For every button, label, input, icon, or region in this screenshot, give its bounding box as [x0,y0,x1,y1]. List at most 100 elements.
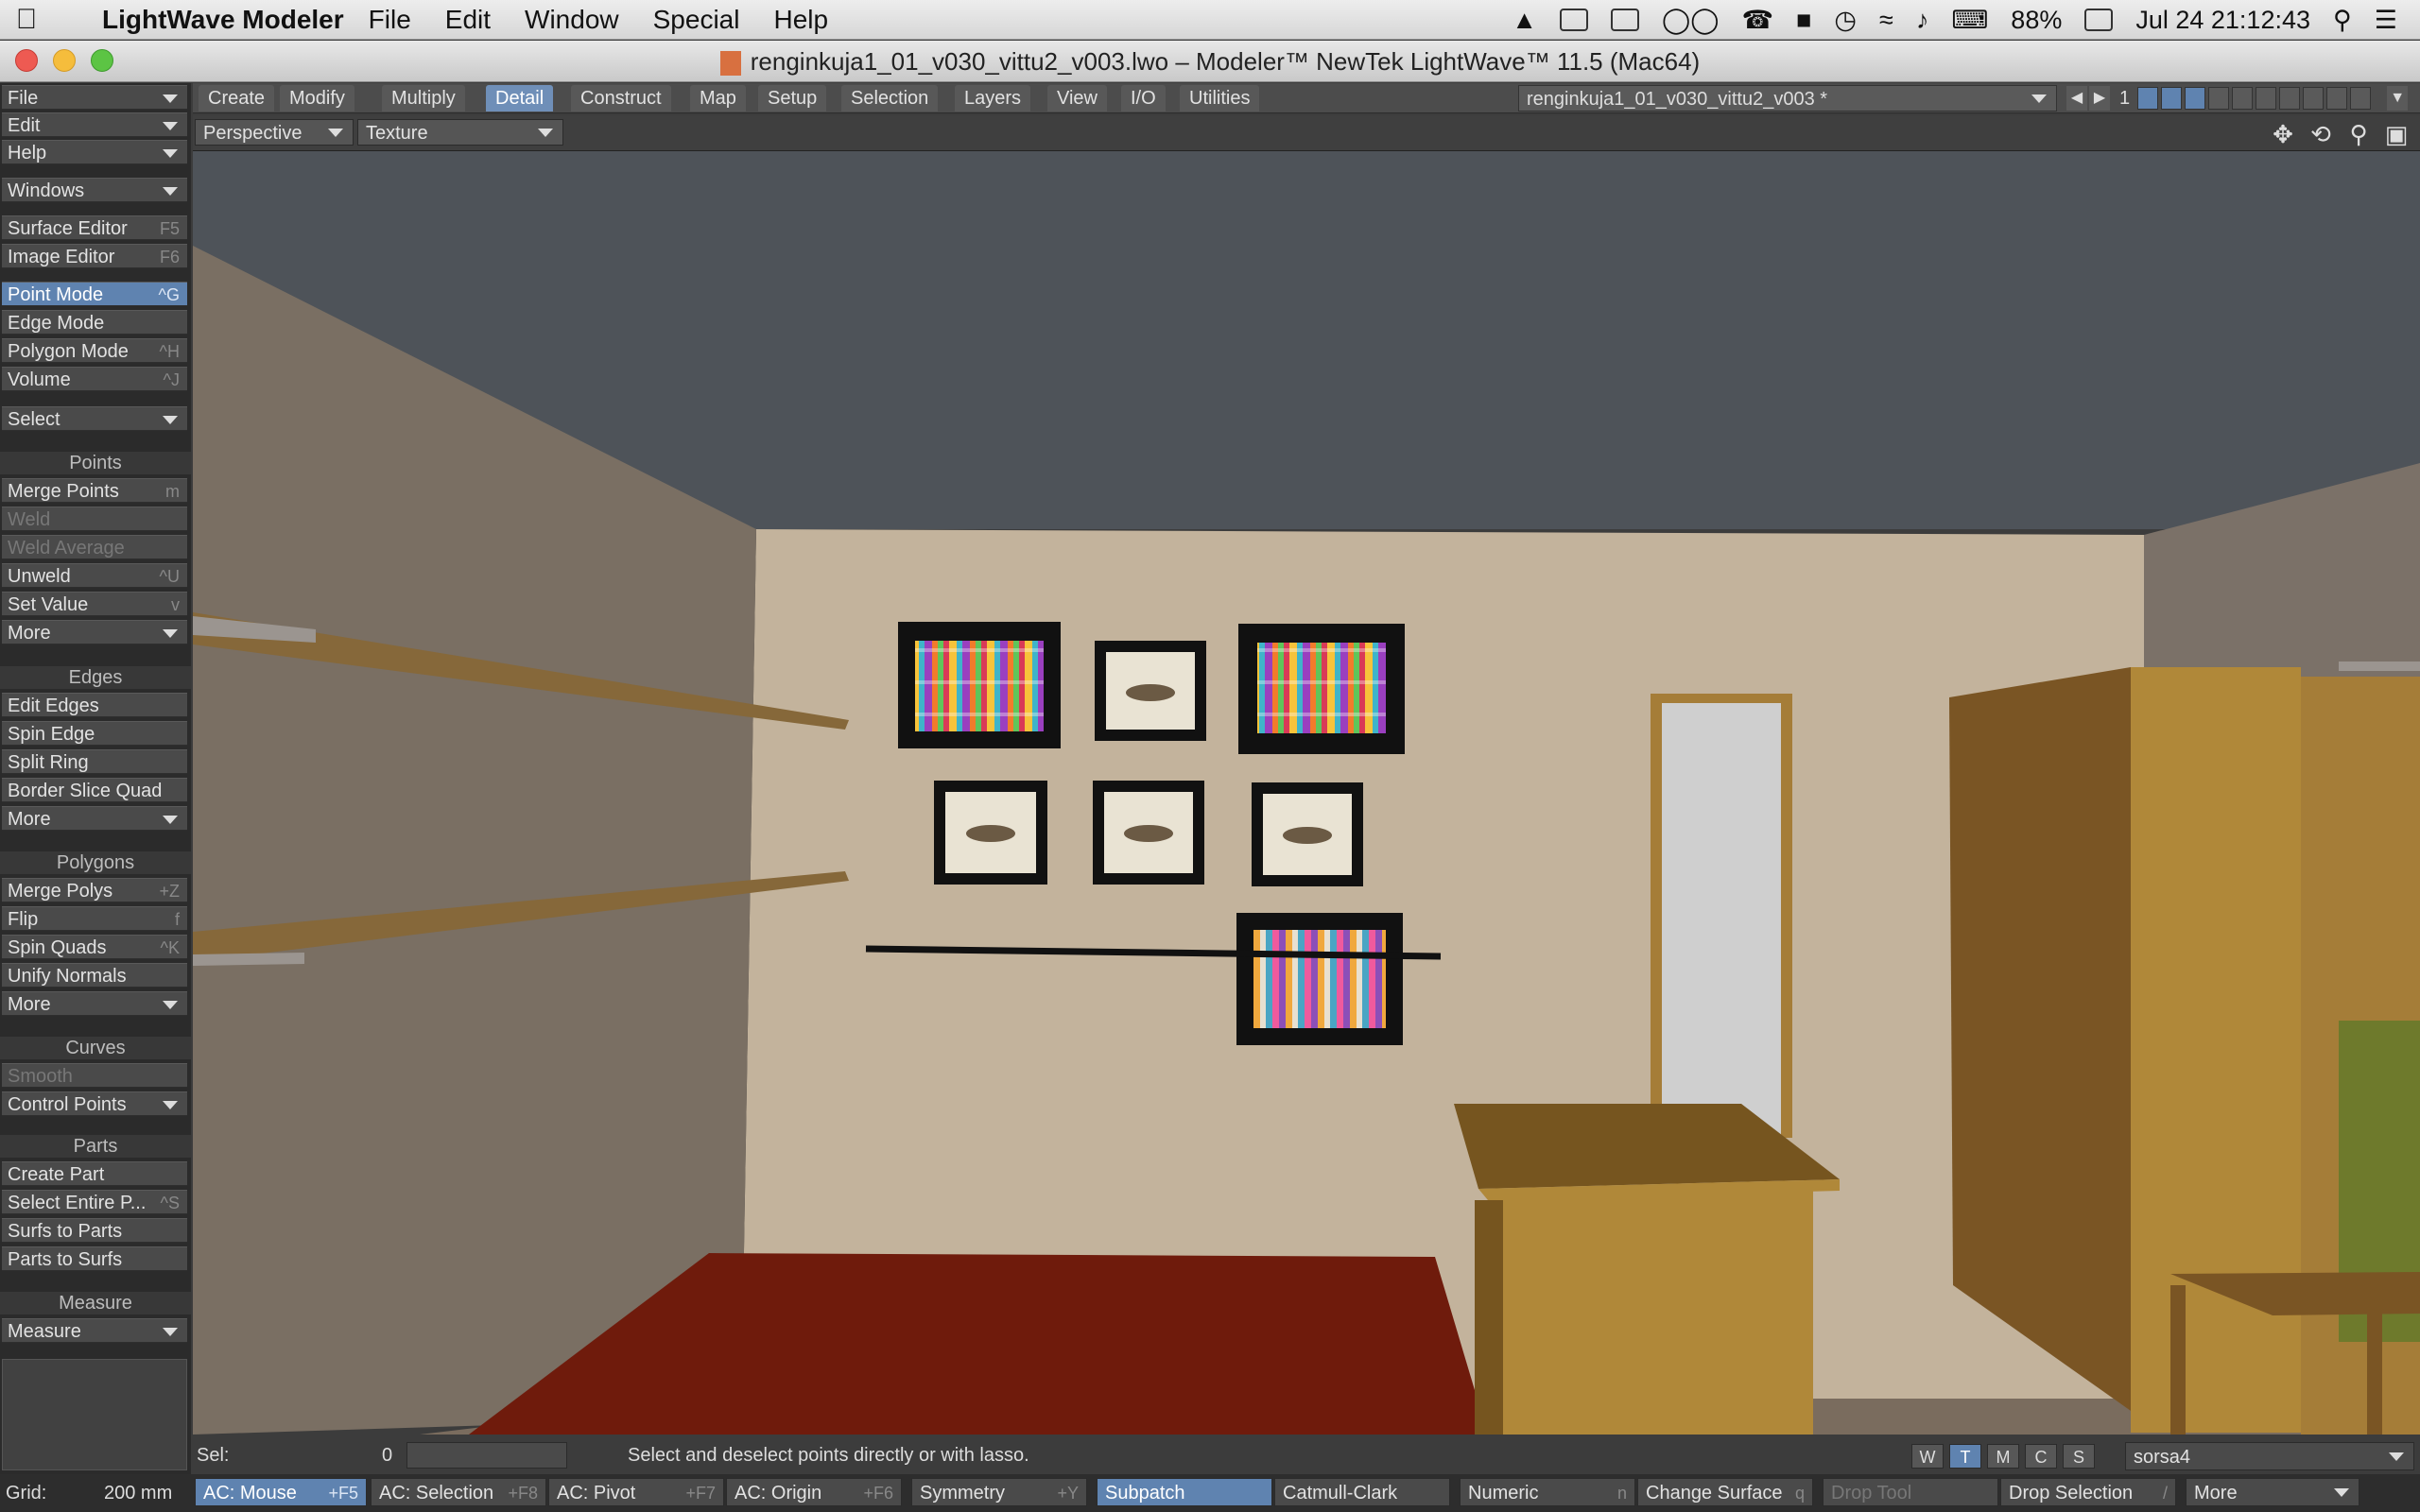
document-select[interactable]: renginkuja1_01_v030_vittu2_v003 * [1518,85,2057,112]
tab-modify[interactable]: Modify [280,85,354,112]
unweld-button[interactable]: Unweld ^U [2,563,187,588]
menu-special[interactable]: Special [653,5,740,35]
zoom-view-icon[interactable]: ⚲ [2344,121,2373,147]
keyboard-icon[interactable]: ⌨ [1951,6,1988,35]
layer-button[interactable] [2208,87,2230,110]
tab-view[interactable]: View [1047,85,1107,112]
tab-construct[interactable]: Construct [571,85,671,112]
perspective-viewport[interactable] [193,151,2420,1435]
surface-editor-button[interactable]: Surface Editor F5 [2,215,187,240]
parts-to-surfs-button[interactable]: Parts to Surfs [2,1246,187,1271]
layers-dropdown-icon[interactable]: ▼ [2387,86,2409,111]
lock-icon[interactable]: ■ [1796,6,1811,35]
rotate-view-icon[interactable]: ⟲ [2307,121,2335,147]
menu-help[interactable]: Help [773,5,828,35]
layer-button[interactable] [2161,87,2183,110]
tab-utilities[interactable]: Utilities [1180,85,1260,112]
layer-button[interactable] [2303,87,2325,110]
control-points-dropdown[interactable]: Control Points [2,1091,187,1116]
surfs-to-parts-button[interactable]: Surfs to Parts [2,1218,187,1243]
change-surface-button[interactable]: Change Surface q [1637,1478,1813,1506]
measure-dropdown[interactable]: Measure [2,1318,187,1343]
edges-more-dropdown[interactable]: More [2,806,187,831]
tab-setup[interactable]: Setup [758,85,827,112]
tab-layers[interactable]: Layers [955,85,1031,112]
point-mode-button[interactable]: Point Mode ^G [2,282,187,306]
battery-icon[interactable] [2084,9,2114,31]
merge-points-button[interactable]: Merge Points m [2,478,187,503]
create-part-button[interactable]: Create Part [2,1161,187,1186]
spin-edge-button[interactable]: Spin Edge [2,721,187,746]
subpatch-button[interactable]: Subpatch [1097,1478,1272,1506]
merge-polys-button[interactable]: Merge Polys +Z [2,878,187,902]
polygons-more-dropdown[interactable]: More [2,991,187,1016]
time-machine-icon[interactable]: ◷ [1834,6,1857,35]
layer-button[interactable] [2185,87,2206,110]
file-menu-button[interactable]: File [2,85,187,110]
border-slice-quad-button[interactable]: Border Slice Quad [2,778,187,802]
layer-button[interactable] [2326,87,2348,110]
texture-button[interactable]: T [1949,1444,1981,1469]
select-dropdown[interactable]: Select [2,406,187,431]
surface-dropdown[interactable]: sorsa4 [2125,1442,2414,1470]
view-type-dropdown[interactable]: Perspective [195,119,354,146]
menu-edit[interactable]: Edit [445,5,491,35]
layer-button[interactable] [2350,87,2372,110]
app-name-menu[interactable]: LightWave Modeler [102,5,344,35]
symmetry-button[interactable]: Symmetry +Y [911,1478,1087,1506]
minimize-button[interactable] [53,49,76,72]
color-button[interactable]: C [2025,1444,2057,1469]
edge-mode-button[interactable]: Edge Mode [2,310,187,335]
select-entire-part-button[interactable]: Select Entire P... ^S [2,1190,187,1214]
material-button[interactable]: M [1987,1444,2019,1469]
battery-percent[interactable]: 88% [2011,6,2062,35]
weld-average-button[interactable]: Weld Average [2,535,187,559]
sketch-button[interactable]: S [2063,1444,2095,1469]
windows-menu-button[interactable]: Windows [2,178,187,202]
ac-origin-button[interactable]: AC: Origin +F6 [726,1478,902,1506]
smooth-button[interactable]: Smooth [2,1063,187,1088]
glasses-icon[interactable]: ◯◯ [1662,6,1719,35]
move-view-icon[interactable]: ✥ [2269,121,2297,147]
next-bank-icon[interactable]: ▶ [2089,86,2110,111]
drop-selection-button[interactable]: Drop Selection / [2000,1478,2176,1506]
zoom-button[interactable] [91,49,113,72]
volume-button[interactable]: Volume ^J [2,367,187,391]
layer-button[interactable] [2232,87,2254,110]
spotlight-search-icon[interactable]: ⚲ [2333,6,2352,35]
layer-button[interactable] [2137,87,2159,110]
drop-tool-button[interactable]: Drop Tool [1823,1478,1998,1506]
help-menu-button[interactable]: Help [2,140,187,164]
numeric-button[interactable]: Numeric n [1460,1478,1635,1506]
close-button[interactable] [15,49,38,72]
points-more-dropdown[interactable]: More [2,620,187,644]
volume-icon[interactable]: ♪ [1916,6,1929,35]
tab-selection[interactable]: Selection [841,85,939,112]
ac-selection-button[interactable]: AC: Selection +F8 [371,1478,546,1506]
maximize-viewport-icon[interactable]: ▣ [2382,121,2411,147]
image-editor-button[interactable]: Image Editor F6 [2,244,187,268]
weld-button[interactable]: Weld [2,507,187,531]
tab-multiply[interactable]: Multiply [382,85,465,112]
screen-icon[interactable] [1611,9,1640,31]
ac-mouse-button[interactable]: AC: Mouse +F5 [195,1478,367,1506]
edit-menu-button[interactable]: Edit [2,112,187,137]
layer-button[interactable] [2279,87,2301,110]
set-value-button[interactable]: Set Value v [2,592,187,616]
window-icon[interactable] [1560,9,1589,31]
unify-normals-button[interactable]: Unify Normals [2,963,187,988]
drive-icon[interactable]: ▲ [1512,6,1537,35]
wireframe-color-button[interactable]: W [1911,1444,1944,1469]
render-mode-dropdown[interactable]: Texture [357,119,563,146]
edit-edges-button[interactable]: Edit Edges [2,693,187,717]
wifi-icon[interactable]: ≈ [1879,6,1893,35]
phone-icon[interactable]: ☎ [1741,6,1773,35]
flip-button[interactable]: Flip f [2,906,187,931]
tab-io[interactable]: I/O [1121,85,1166,112]
prev-bank-icon[interactable]: ◀ [2066,86,2087,111]
apple-icon[interactable]:  [0,4,53,36]
menu-window[interactable]: Window [525,5,619,35]
more-dropdown[interactable]: More [2186,1478,2360,1506]
split-ring-button[interactable]: Split Ring [2,749,187,774]
tab-detail[interactable]: Detail [486,85,554,112]
